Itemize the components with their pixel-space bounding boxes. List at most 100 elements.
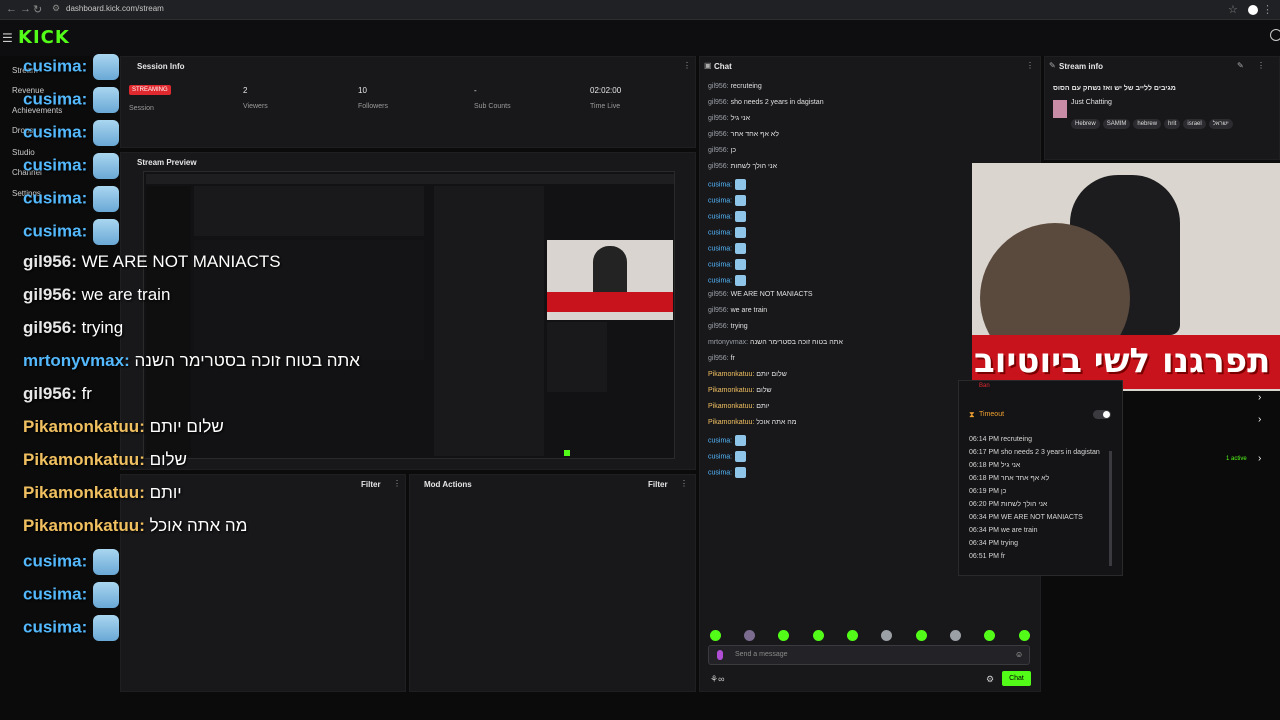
overlay-chat-line: Pikamonkatuu: מה אתה אוכל — [23, 516, 247, 536]
overlay-chat-line: cusima: — [23, 219, 120, 245]
browser-toolbar: ← → ↻ ⚙ dashboard.kick.com/stream ☆ ⋮ — [0, 0, 1280, 20]
back-icon[interactable]: ← — [6, 3, 17, 15]
chat-username[interactable]: cusima: — [708, 245, 732, 252]
tag[interactable]: israel — [1183, 119, 1206, 129]
preview-nested-popup — [547, 322, 607, 392]
overlay-message-text: trying — [76, 318, 124, 337]
stream-info-menu-icon[interactable]: ⋮ — [1257, 61, 1265, 70]
chat-username[interactable]: cusima: — [708, 213, 732, 220]
forward-icon[interactable]: → — [20, 3, 31, 15]
chat-username[interactable]: cusima: — [708, 469, 732, 476]
timelive-label: Time Live — [590, 103, 621, 110]
chat-settings-icon[interactable]: ⚘∞ — [710, 674, 724, 685]
chat-username[interactable]: gil956: — [708, 99, 729, 106]
overlay-chat-line: cusima: — [23, 120, 120, 146]
chat-username[interactable]: gil956: — [708, 291, 729, 298]
chat-username[interactable]: gil956: — [708, 83, 729, 90]
gear-icon[interactable]: ⚙ — [986, 674, 994, 685]
chat-message: cusima: — [708, 451, 747, 462]
chevron-right-icon[interactable]: › — [1258, 414, 1261, 425]
mic-icon[interactable] — [717, 650, 723, 660]
emote-icon[interactable] — [847, 630, 858, 641]
emote-icon[interactable] — [778, 630, 789, 641]
chat-message-text: we are train — [728, 307, 768, 314]
user-avatar[interactable] — [1270, 29, 1280, 41]
mod-log-entry: 06:34 PM trying — [969, 540, 1019, 547]
chat-message: gil956: אני הולך לשחות — [708, 163, 777, 170]
chat-menu-icon[interactable]: ⋮ — [1026, 61, 1034, 70]
tag[interactable]: ישראל — [1208, 119, 1233, 129]
emote-icon — [93, 120, 120, 146]
chat-username[interactable]: gil956: — [708, 323, 729, 330]
chat-username[interactable]: cusima: — [708, 437, 732, 444]
stream-preview-video[interactable] — [143, 171, 675, 459]
chat-username[interactable]: Pikamonkatuu: — [708, 403, 754, 410]
preview-nested-sidebar — [146, 186, 191, 456]
chat-username[interactable]: cusima: — [708, 453, 732, 460]
chat-username[interactable]: cusima: — [708, 261, 732, 268]
tag[interactable]: hebrew — [1133, 119, 1162, 129]
mod-menu-icon[interactable]: ⋮ — [680, 479, 688, 488]
mod-log-scrollbar[interactable] — [1109, 451, 1112, 566]
chat-username[interactable]: gil956: — [708, 131, 729, 138]
reload-icon[interactable]: ↻ — [33, 3, 42, 16]
chat-message-text: יותם — [754, 403, 770, 410]
chat-username[interactable]: Pikamonkatuu: — [708, 419, 754, 426]
emoji-picker-icon[interactable]: ☺ — [1015, 650, 1023, 659]
chevron-right-icon[interactable]: › — [1258, 453, 1261, 464]
chat-username[interactable]: Pikamonkatuu: — [708, 371, 754, 378]
mod-log-entry: 06:51 PM fr — [969, 553, 1006, 560]
filter-button[interactable]: Filter — [361, 480, 381, 489]
timeout-toggle[interactable] — [1093, 410, 1111, 419]
chat-username[interactable]: cusima: — [708, 277, 732, 284]
chat-message: gil956: fr — [708, 355, 735, 362]
tag[interactable]: hrit — [1164, 119, 1181, 129]
filter-menu-icon[interactable]: ⋮ — [393, 479, 401, 488]
tag[interactable]: SAMIM — [1102, 119, 1131, 129]
tag[interactable]: Hebrew — [1071, 119, 1100, 129]
overlay-message-text: אתה בטוח זוכה בסטרימר השנה — [129, 351, 360, 370]
chat-username[interactable]: gil956: — [708, 115, 729, 122]
chat-username[interactable]: mrtonyvmax: — [708, 339, 748, 346]
chat-username[interactable]: cusima: — [708, 197, 732, 204]
chat-message: gil956: recruteing — [708, 83, 762, 90]
emote-icon[interactable] — [710, 630, 721, 641]
preview-nested-toolbar — [146, 174, 674, 184]
emote-icon[interactable] — [1019, 630, 1030, 641]
chat-send-button[interactable]: Chat — [1002, 671, 1031, 686]
emote-icon[interactable] — [984, 630, 995, 641]
viewers-value: 2 — [243, 86, 248, 95]
mod-popup: Ban ⧗ Timeout 06:14 PM recruteing 06:17 P… — [958, 380, 1123, 576]
chat-input[interactable]: Send a message ☺ — [708, 645, 1030, 665]
chat-username[interactable]: gil956: — [708, 163, 729, 170]
chat-username[interactable]: gil956: — [708, 147, 729, 154]
chevron-right-icon[interactable]: › — [1258, 392, 1261, 403]
more-menu-icon[interactable]: ⋮ — [1262, 3, 1273, 16]
site-info-icon[interactable]: ⚙ — [52, 3, 60, 14]
chat-username[interactable]: cusima: — [708, 229, 732, 236]
kick-logo[interactable]: KICK — [18, 27, 70, 48]
ban-label[interactable]: Ban — [979, 383, 990, 389]
emote-icon[interactable] — [881, 630, 892, 641]
chat-message: gil956: sho needs 2 years in dagistan — [708, 99, 824, 106]
timeout-label[interactable]: Timeout — [979, 411, 1004, 418]
chat-username[interactable]: Pikamonkatuu: — [708, 387, 754, 394]
overlay-message-text: fr — [76, 384, 92, 403]
edit-icon[interactable]: ✎ — [1237, 61, 1244, 70]
emote-icon[interactable] — [916, 630, 927, 641]
subcounts-label: Sub Counts — [474, 103, 511, 110]
session-menu-icon[interactable]: ⋮ — [683, 61, 691, 70]
emote-icon[interactable] — [950, 630, 961, 641]
chat-message-text: מה אתה אוכל — [754, 419, 797, 426]
profile-avatar[interactable] — [1248, 5, 1258, 15]
menu-icon[interactable]: ☰ — [2, 31, 13, 45]
chat-username[interactable]: gil956: — [708, 307, 729, 314]
emote-icon[interactable] — [813, 630, 824, 641]
address-bar[interactable]: dashboard.kick.com/stream — [66, 4, 164, 13]
chat-username[interactable]: gil956: — [708, 355, 729, 362]
bookmark-star-icon[interactable]: ☆ — [1228, 3, 1238, 16]
overlay-message-text: we are train — [76, 285, 171, 304]
chat-username[interactable]: cusima: — [708, 181, 732, 188]
emote-icon[interactable] — [744, 630, 755, 641]
mod-filter-button[interactable]: Filter — [648, 480, 668, 489]
